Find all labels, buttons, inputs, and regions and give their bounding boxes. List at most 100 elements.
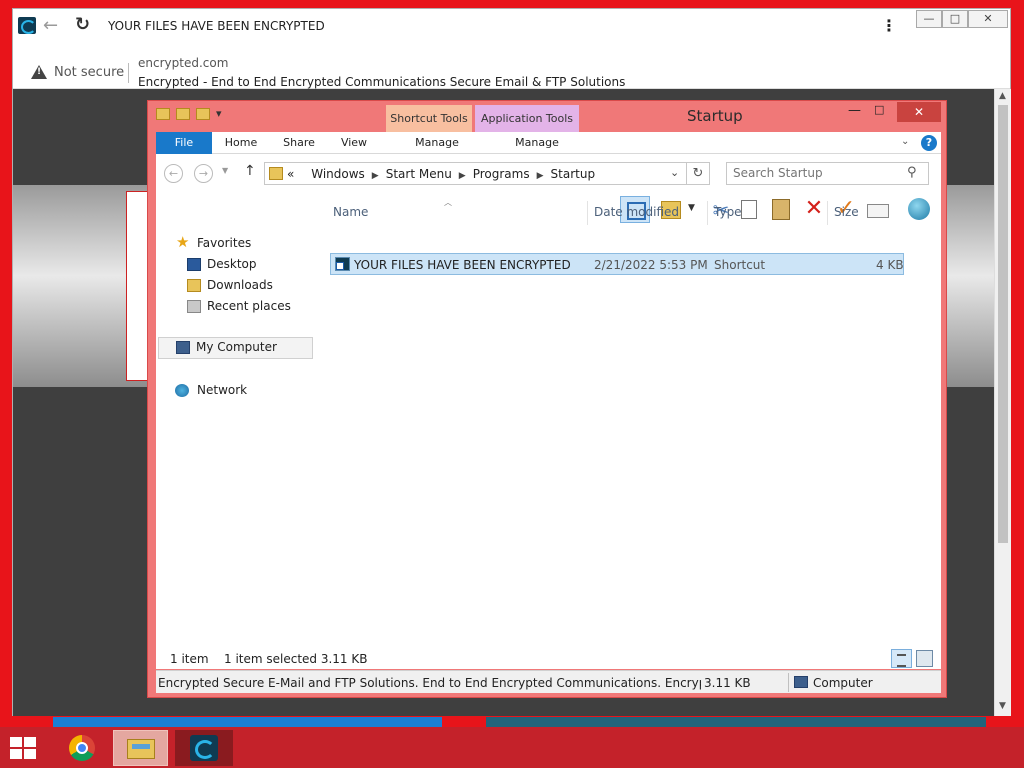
nav-network[interactable]: Network [156, 381, 306, 401]
maximize-button[interactable]: □ [942, 10, 968, 28]
search-icon[interactable]: ⚲ [907, 165, 917, 180]
breadcrumb-programs[interactable]: Programs [473, 167, 530, 181]
ribbon-expand-icon[interactable]: ⌄ [901, 136, 909, 147]
taskbar-encrypted-app[interactable] [175, 730, 233, 766]
search-input[interactable] [733, 166, 903, 180]
location-label: Computer [813, 676, 873, 690]
column-divider[interactable] [587, 201, 588, 225]
tab-file[interactable]: File [156, 132, 212, 154]
nav-label: Favorites [197, 236, 252, 250]
context-tab-shortcut-tools: Shortcut Tools [386, 105, 472, 132]
folder-icon[interactable] [156, 108, 170, 120]
nav-downloads[interactable]: Downloads [156, 276, 306, 296]
copy-icon[interactable] [741, 200, 757, 219]
window-title: YOUR FILES HAVE BEEN ENCRYPTED [108, 19, 325, 33]
nav-label: Downloads [207, 278, 273, 292]
content-area: ★ Favorites Desktop Downloads Recent pla… [156, 224, 941, 667]
tab-home[interactable]: Home [220, 132, 262, 154]
computer-icon [794, 676, 808, 688]
details-bar: Encrypted Secure E-Mail and FTP Solution… [156, 670, 941, 693]
tab-view[interactable]: View [336, 132, 372, 154]
nav-up-button[interactable]: ↑ [244, 163, 256, 179]
address-bar[interactable]: Not secure encrypted.com Encrypted - End… [13, 43, 1010, 89]
delete-icon[interactable]: ✕ [802, 198, 826, 221]
breadcrumb-start-menu[interactable]: Start Menu [386, 167, 452, 181]
nav-favorites[interactable]: ★ Favorites [156, 233, 306, 254]
explorer-logo-icon [127, 739, 155, 759]
breadcrumb-separator-icon[interactable]: ▶ [372, 171, 379, 181]
progress-strip-teal [486, 717, 986, 727]
taskbar-explorer[interactable] [113, 730, 168, 766]
tab-manage-shortcut[interactable]: Manage [394, 132, 480, 154]
tab-manage-application[interactable]: Manage [485, 132, 589, 154]
taskbar-chrome[interactable] [55, 730, 110, 766]
breadcrumb-overflow[interactable]: « [287, 167, 294, 181]
recent-places-icon [187, 300, 201, 313]
nav-recent-places[interactable]: Recent places [156, 297, 306, 317]
chevron-down-icon[interactable]: ▾ [216, 107, 222, 120]
search-box[interactable]: ⚲ [726, 162, 929, 185]
large-icons-view-icon[interactable] [916, 650, 933, 667]
logo-pane [10, 737, 22, 747]
shortcut-icon [335, 257, 350, 271]
breadcrumb-separator-icon[interactable]: ▶ [537, 171, 544, 181]
details-view-icon[interactable] [891, 649, 912, 668]
column-header-date[interactable]: Date modified [594, 205, 679, 219]
paste-icon[interactable] [772, 199, 790, 220]
sort-arrow-icon: ︿ [444, 198, 452, 207]
column-divider[interactable] [827, 201, 828, 225]
globe-icon[interactable] [908, 198, 930, 220]
chevron-down-icon[interactable]: ▼ [688, 203, 695, 213]
recent-locations-icon[interactable]: ▼ [222, 166, 228, 175]
breadcrumb-startup[interactable]: Startup [551, 167, 596, 181]
logo-pane [24, 749, 36, 759]
column-divider[interactable] [707, 201, 708, 225]
chevron-down-icon[interactable]: ⌄ [670, 166, 679, 179]
nav-forward-button[interactable]: → [194, 164, 213, 183]
site-url[interactable]: encrypted.com [138, 56, 228, 70]
nav-label: Network [197, 383, 248, 397]
properties-icon[interactable] [867, 204, 889, 218]
file-row[interactable]: YOUR FILES HAVE BEEN ENCRYPTED 2/21/2022… [330, 253, 904, 275]
nav-back-button[interactable]: ← [164, 164, 183, 183]
column-header-name[interactable]: Name [333, 205, 368, 219]
vertical-scrollbar[interactable]: ▲ ▼ [994, 89, 1011, 716]
scroll-thumb[interactable] [998, 105, 1008, 543]
folder-icon [269, 167, 283, 180]
details-divider [788, 673, 789, 692]
scroll-down-icon[interactable]: ▼ [999, 701, 1006, 711]
explorer-minimize-button[interactable]: — [848, 103, 874, 118]
app-logo-icon [18, 17, 36, 34]
computer-icon [176, 341, 190, 354]
reload-icon[interactable]: ↻ [75, 14, 90, 35]
file-size-info: 3.11 KB [704, 676, 751, 690]
path-bar[interactable]: « Windows ▶ Start Menu ▶ Programs ▶ Startup ⌄ [264, 162, 687, 185]
windows-logo-icon[interactable] [10, 737, 38, 761]
refresh-button[interactable]: ↻ [687, 162, 710, 185]
close-button[interactable]: ✕ [968, 10, 1008, 28]
back-arrow-icon[interactable]: ← [43, 15, 58, 36]
minimize-button[interactable]: — [916, 10, 942, 28]
breadcrumb-windows[interactable]: Windows [311, 167, 365, 181]
menu-kebab-icon[interactable]: ⋮ [881, 18, 897, 34]
properties-icon[interactable] [176, 108, 190, 120]
nav-label: Recent places [207, 299, 291, 313]
breadcrumb-separator-icon[interactable]: ▶ [459, 171, 466, 181]
explorer-maximize-button[interactable]: □ [874, 103, 898, 116]
column-header-type[interactable]: Type [714, 205, 742, 219]
security-label[interactable]: Not secure [54, 65, 124, 80]
column-header-size[interactable]: Size [834, 205, 859, 219]
file-description: Encrypted Secure E-Mail and FTP Solution… [158, 676, 701, 690]
command-toolbar: ▼ ✂ ✕ ✓ [156, 195, 941, 224]
file-type: Shortcut [714, 258, 766, 272]
explorer-close-button[interactable]: ✕ [897, 102, 941, 122]
scroll-up-icon[interactable]: ▲ [999, 91, 1006, 101]
ribbon-tabs: File Home Share View Manage Manage ⌄ ? [156, 132, 941, 154]
nav-desktop[interactable]: Desktop [156, 255, 306, 275]
help-icon[interactable]: ? [921, 135, 937, 151]
browser-titlebar: ← ↻ YOUR FILES HAVE BEEN ENCRYPTED ⋮ — □… [13, 9, 1010, 43]
nav-my-computer[interactable]: My Computer [158, 337, 313, 359]
quick-access-toolbar: ▾ [156, 107, 222, 120]
new-folder-icon[interactable] [196, 108, 210, 120]
tab-share[interactable]: Share [278, 132, 320, 154]
